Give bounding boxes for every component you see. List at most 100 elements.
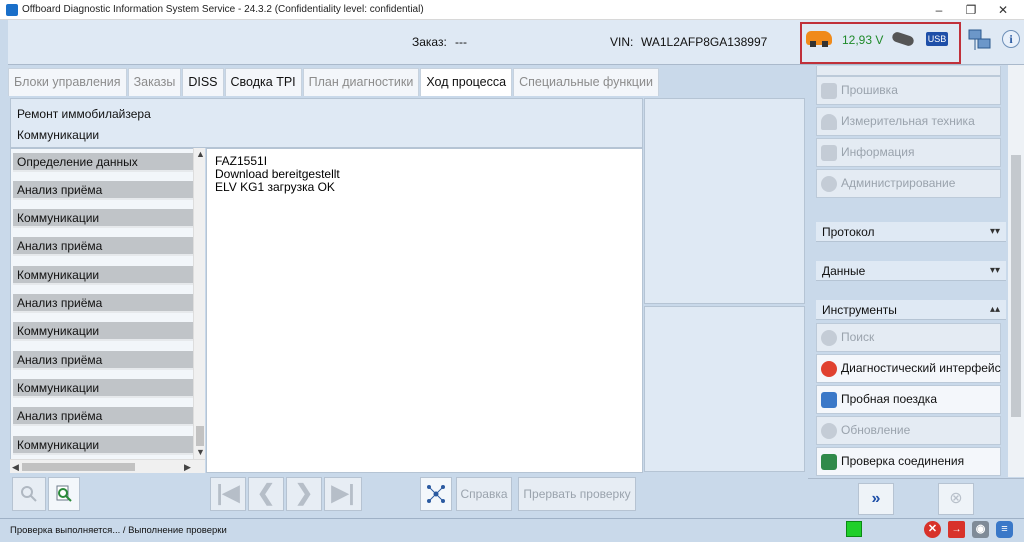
status-bar: Проверка выполняется... / Выполнение про… — [0, 518, 1024, 542]
window-title: Offboard Diagnostic Information System S… — [22, 4, 424, 15]
forward-button[interactable]: » — [858, 483, 894, 515]
close-button[interactable]: ✕ — [988, 0, 1018, 20]
section-tools[interactable]: Инструменты ▴▴ — [816, 300, 1006, 320]
cancel-circle-icon: ⊗ — [949, 490, 963, 507]
button-label: Проверка соединения — [841, 454, 965, 468]
order-value: --- — [455, 35, 467, 49]
chevron-right-icon: ❯ — [294, 480, 314, 505]
button-label: Прошивка — [841, 83, 898, 97]
maximize-button[interactable]: ❐ — [956, 0, 986, 20]
scroll-down-icon[interactable]: ▼ — [196, 446, 205, 458]
scroll-left-icon[interactable]: ◀ — [12, 461, 19, 473]
button-label: Информация — [841, 145, 915, 159]
tab-bar: Блоки управления Заказы DISS Сводка TPI … — [8, 68, 660, 96]
chevron-left-icon: ❮ — [256, 480, 276, 505]
scroll-right-icon[interactable]: ▶ — [184, 461, 191, 473]
tab-diagnostic-plan[interactable]: План диагностики — [302, 68, 420, 96]
test-drive-button[interactable]: Пробная поездка — [816, 385, 1001, 414]
list-item[interactable]: Определение данных — [13, 153, 194, 172]
scrollbar-thumb[interactable] — [196, 426, 204, 446]
network-graph-button[interactable] — [420, 477, 452, 511]
window-title-bar: Offboard Diagnostic Information System S… — [0, 0, 1024, 20]
chevron-up-icon: ▴▴ — [989, 304, 1000, 315]
list-item[interactable]: Коммуникации — [13, 266, 194, 285]
chevron-down-icon: ▾▾ — [989, 226, 1000, 237]
sidebar-bottom-bar — [808, 478, 1024, 518]
diagnostic-interface-button[interactable]: Диагностический интерфейс — [816, 354, 1001, 383]
first-step-button[interactable]: |◀ — [210, 477, 246, 511]
process-step-list[interactable]: Определение данных Анализ приёма Коммуни… — [10, 148, 205, 473]
section-protocol[interactable]: Протокол ▾▾ — [816, 222, 1006, 242]
database-icon[interactable]: ≡ — [996, 521, 1013, 538]
process-title: Ремонт иммобилайзера — [17, 107, 151, 121]
skip-first-icon: |◀ — [216, 480, 240, 505]
magnifier-minus-icon — [21, 486, 37, 502]
last-step-button[interactable]: ▶| — [324, 477, 362, 511]
step-list-horizontal-scrollbar[interactable]: ◀ ▶ — [10, 459, 205, 473]
network-graph-icon — [427, 485, 445, 503]
error-icon[interactable]: ✕ — [924, 521, 941, 538]
list-item[interactable]: Анализ приёма — [13, 181, 194, 200]
list-item[interactable]: Коммуникации — [13, 209, 194, 228]
list-item[interactable]: Анализ приёма — [13, 237, 194, 256]
tab-orders[interactable]: Заказы — [127, 68, 182, 96]
minimize-button[interactable]: – — [924, 0, 954, 20]
previous-step-button[interactable]: ❮ — [248, 477, 284, 511]
information-button[interactable]: Информация — [816, 138, 1001, 167]
button-label: Поиск — [841, 330, 875, 344]
list-item[interactable]: Анализ приёма — [13, 407, 194, 426]
button-label: Пробная поездка — [841, 392, 937, 406]
network-icon[interactable] — [968, 28, 992, 52]
step-list-vertical-scrollbar[interactable]: ▲ ▼ — [193, 148, 205, 459]
tab-tpi-summary[interactable]: Сводка TPI — [224, 68, 302, 96]
exit-icon[interactable]: → — [948, 521, 965, 538]
update-button[interactable]: Обновление — [816, 416, 1001, 445]
list-item[interactable]: Анализ приёма — [13, 351, 194, 370]
next-step-button[interactable]: ❯ — [286, 477, 322, 511]
cancel-button[interactable]: ⊗ — [938, 483, 974, 515]
tab-process-progress[interactable]: Ход процесса — [420, 68, 513, 96]
list-item[interactable]: Коммуникации — [13, 436, 194, 455]
document-icon — [821, 145, 837, 161]
scrollbar-thumb[interactable] — [1011, 155, 1021, 417]
section-label: Протокол — [822, 225, 875, 239]
administration-button[interactable]: Администрирование — [816, 169, 1001, 198]
chevron-down-icon: ▾▾ — [989, 265, 1000, 276]
car-icon — [806, 31, 832, 47]
scroll-up-icon[interactable]: ▲ — [196, 148, 205, 160]
list-item[interactable]: Коммуникации — [13, 379, 194, 398]
search-icon — [821, 330, 837, 346]
log-line: ELV KG1 загрузка OK — [215, 180, 335, 194]
abort-test-button[interactable]: Прервать проверку — [518, 477, 636, 511]
section-label: Данные — [822, 264, 866, 278]
list-item[interactable]: Коммуникации — [13, 322, 194, 341]
section-label: Инструменты — [822, 303, 897, 317]
camera-icon[interactable]: ◉ — [972, 521, 989, 538]
vin-value: WA1L2AFP8GA138997 — [641, 35, 768, 49]
measurement-button[interactable]: Измерительная техника — [816, 107, 1001, 136]
connection-test-button[interactable]: Проверка соединения — [816, 447, 1001, 476]
help-button[interactable]: Справка — [456, 477, 512, 511]
list-item[interactable]: Анализ приёма — [13, 294, 194, 313]
vin-label: VIN: — [610, 35, 634, 49]
process-subtitle: Коммуникации — [17, 128, 100, 142]
tab-special-functions[interactable]: Специальные функции — [513, 68, 659, 96]
scrollbar-thumb[interactable] — [22, 463, 135, 471]
update-icon — [821, 423, 837, 439]
gauge-icon — [821, 114, 837, 130]
double-chevron-right-icon: » — [871, 490, 881, 507]
tab-control-units[interactable]: Блоки управления — [8, 68, 127, 96]
tab-diss[interactable]: DISS — [182, 68, 224, 96]
magnifier-plus-icon — [56, 485, 72, 502]
search-button[interactable]: Поиск — [816, 323, 1001, 352]
zoom-out-button[interactable] — [12, 477, 46, 511]
section-data[interactable]: Данные ▾▾ — [816, 261, 1006, 281]
info-icon[interactable]: i — [1002, 30, 1020, 48]
order-label: Заказ: — [412, 35, 447, 49]
zoom-in-button[interactable] — [48, 477, 80, 511]
sidebar-scrollbar[interactable] — [1008, 65, 1024, 477]
interface-icon — [821, 361, 837, 377]
flashing-button[interactable]: Прошивка — [816, 76, 1001, 105]
battery-voltage: 12,93 V — [842, 33, 884, 47]
process-log: FAZ1551I Download bereitgestellt ELV KG1… — [206, 148, 643, 473]
